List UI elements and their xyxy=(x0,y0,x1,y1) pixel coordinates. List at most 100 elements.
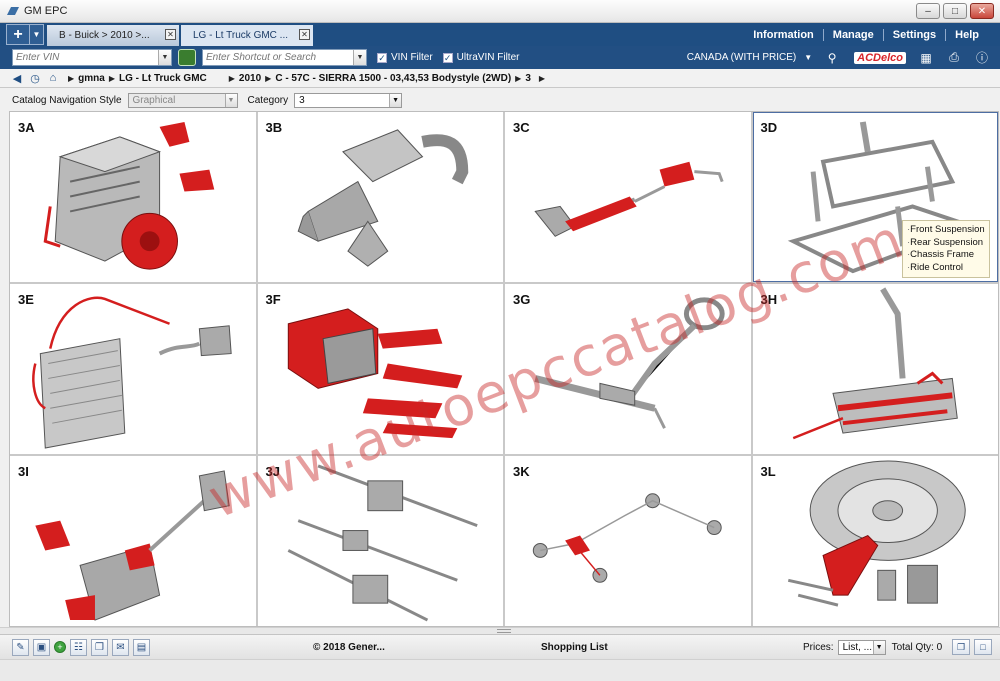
clipboard-icon[interactable]: ☷ xyxy=(70,638,87,656)
menu-settings[interactable]: Settings xyxy=(884,28,947,41)
checkbox-icon[interactable]: ✓ xyxy=(377,52,387,63)
category-code: 3H xyxy=(760,292,778,307)
help-icon[interactable]: ⓘ xyxy=(974,50,990,65)
ultravin-filter-checkbox[interactable]: ✓ UltraVIN Filter xyxy=(442,52,520,63)
tab-bar: + ▼ B - Buick > 2010 >... ✕ LG - Lt Truc… xyxy=(0,23,1000,46)
breadcrumb-separator-icon: ▶ xyxy=(515,73,522,83)
email-icon[interactable]: ✉ xyxy=(112,638,129,656)
search-icon[interactable]: ⚲ xyxy=(824,50,840,65)
shortcut-search-input[interactable] xyxy=(203,50,353,65)
close-window-button[interactable]: ✕ xyxy=(970,3,994,19)
printer-icon[interactable]: ⎙ xyxy=(946,50,962,65)
category-code: 3F xyxy=(265,292,281,307)
history-icon[interactable]: ◷ xyxy=(28,72,42,85)
breadcrumb-category[interactable]: 3 xyxy=(525,73,531,84)
footer-bar: ✎ ▣ + ☷ ❐ ✉ ▤ © 2018 Gener... Shopping L… xyxy=(0,634,1000,659)
tab-label: B - Buick > 2010 >... xyxy=(59,30,150,41)
engine-illustration xyxy=(43,121,215,270)
close-tab-icon[interactable]: ✕ xyxy=(165,29,176,40)
breadcrumb-gmna[interactable]: gmna xyxy=(78,73,105,84)
add-icon[interactable]: + xyxy=(54,641,66,653)
ultravin-filter-label: UltraVIN Filter xyxy=(456,52,520,63)
menu-information[interactable]: Information xyxy=(744,28,824,41)
plus-icon[interactable]: + xyxy=(7,25,29,44)
window-title: GM EPC xyxy=(24,5,68,17)
calculator-icon[interactable]: ▦ xyxy=(918,50,934,65)
chevron-down-icon[interactable]: ▼ xyxy=(29,25,43,44)
tooltip-item[interactable]: Front Suspension xyxy=(907,224,985,237)
acdelco-logo[interactable]: ACDelco xyxy=(854,51,906,64)
category-cell-3l[interactable]: 3L xyxy=(752,456,998,626)
vin-input[interactable] xyxy=(13,50,158,65)
category-cell-3i[interactable]: 3I xyxy=(10,456,256,626)
category-code: 3K xyxy=(513,464,530,479)
breadcrumb-lt-truck[interactable]: LG - Lt Truck GMC xyxy=(119,73,207,84)
maximize-button[interactable]: □ xyxy=(943,3,967,19)
vin-filter-checkbox[interactable]: ✓ VIN Filter xyxy=(377,52,433,63)
edit-list-icon[interactable]: ✎ xyxy=(12,638,29,656)
maximize-panel-icon[interactable]: □ xyxy=(974,639,992,655)
fuel-system-illustration xyxy=(792,287,958,440)
back-arrow-icon[interactable]: ◀ xyxy=(10,72,24,85)
category-cell-3j[interactable]: 3J xyxy=(257,456,503,626)
category-code: 3G xyxy=(513,292,531,307)
tab-lt-truck-gmc[interactable]: LG - Lt Truck GMC ... ✕ xyxy=(181,25,313,46)
save-icon[interactable]: ▣ xyxy=(33,638,50,656)
panel-splitter[interactable] xyxy=(0,627,1000,634)
category-select[interactable]: 3 ▼ xyxy=(294,92,403,108)
category-cell-3g[interactable]: 3G xyxy=(505,284,751,454)
category-cell-3e[interactable]: 3E xyxy=(10,284,256,454)
category-code: 3I xyxy=(18,464,29,479)
breadcrumb-separator-icon: ▶ xyxy=(108,73,115,83)
air-intake-illustration xyxy=(297,129,468,267)
close-tab-icon[interactable]: ✕ xyxy=(299,29,310,40)
document-icon[interactable]: ▤ xyxy=(133,638,150,656)
category-code: 3E xyxy=(18,292,34,307)
restore-panel-icon[interactable]: ❐ xyxy=(952,639,970,655)
chevron-down-icon[interactable]: ▼ xyxy=(389,93,402,107)
vehicle-lookup-icon[interactable] xyxy=(178,49,196,66)
vin-combo[interactable]: ▼ xyxy=(12,49,172,66)
category-cell-3b[interactable]: 3B xyxy=(257,112,503,282)
category-code: 3D xyxy=(760,120,778,135)
shortcut-combo[interactable]: ▼ xyxy=(202,49,367,66)
wheel-and-jack-illustration xyxy=(787,460,966,607)
breadcrumb-more-icon[interactable]: ▶ xyxy=(539,74,545,83)
region-selector[interactable]: CANADA (WITH PRICE) ▼ xyxy=(687,52,812,63)
tab-buick[interactable]: B - Buick > 2010 >... ✕ xyxy=(47,25,179,46)
category-cell-3d[interactable]: 3D Front Suspension Rear Suspension Chas… xyxy=(752,112,998,282)
category-cell-3k[interactable]: 3K xyxy=(505,456,751,626)
new-tab-button[interactable]: + ▼ xyxy=(6,24,44,45)
category-code: 3B xyxy=(265,120,283,135)
nav-style-select[interactable]: Graphical ▼ xyxy=(127,92,238,108)
tooltip-item[interactable]: Ride Control xyxy=(907,262,985,275)
category-cell-3c[interactable]: 3C xyxy=(505,112,751,282)
category-cell-3h[interactable]: 3H xyxy=(752,284,998,454)
chevron-down-icon[interactable]: ▼ xyxy=(158,50,171,65)
breadcrumb-model[interactable]: C - 57C - SIERRA 1500 - 03,43,53 Bodysty… xyxy=(275,73,511,84)
prices-select[interactable]: List, ... ▼ xyxy=(837,639,886,655)
checkbox-icon[interactable]: ✓ xyxy=(442,52,453,63)
category-cell-3f[interactable]: 3F xyxy=(257,284,503,454)
menu-help[interactable]: Help xyxy=(946,29,988,41)
minimize-button[interactable]: – xyxy=(916,3,940,19)
chevron-down-icon[interactable]: ▼ xyxy=(804,53,812,62)
splitter-grip-icon[interactable] xyxy=(497,629,511,633)
region-label: CANADA (WITH PRICE) xyxy=(686,52,797,63)
home-icon[interactable]: ⌂ xyxy=(46,72,60,85)
copy-icon[interactable]: ❐ xyxy=(91,638,108,656)
tooltip-item[interactable]: Chassis Frame xyxy=(907,249,985,262)
menu-manage[interactable]: Manage xyxy=(824,28,884,41)
shopping-list-label[interactable]: Shopping List xyxy=(541,642,608,653)
brake-system-illustration xyxy=(532,493,722,583)
status-strip xyxy=(0,659,1000,681)
category-cell-3a[interactable]: 3A xyxy=(10,112,256,282)
steering-illustration xyxy=(534,297,725,429)
chevron-down-icon[interactable]: ▼ xyxy=(353,50,366,65)
breadcrumb-year[interactable]: 2010 xyxy=(239,73,261,84)
tooltip-item[interactable]: Rear Suspension xyxy=(907,237,985,250)
chevron-down-icon[interactable]: ▼ xyxy=(872,640,885,654)
window-titlebar: GM EPC – □ ✕ xyxy=(0,0,1000,23)
category-grid: 3A 3B 3C 3D · Front Suspension · Rear Su… xyxy=(9,111,999,627)
chevron-down-icon[interactable]: ▼ xyxy=(224,93,237,107)
